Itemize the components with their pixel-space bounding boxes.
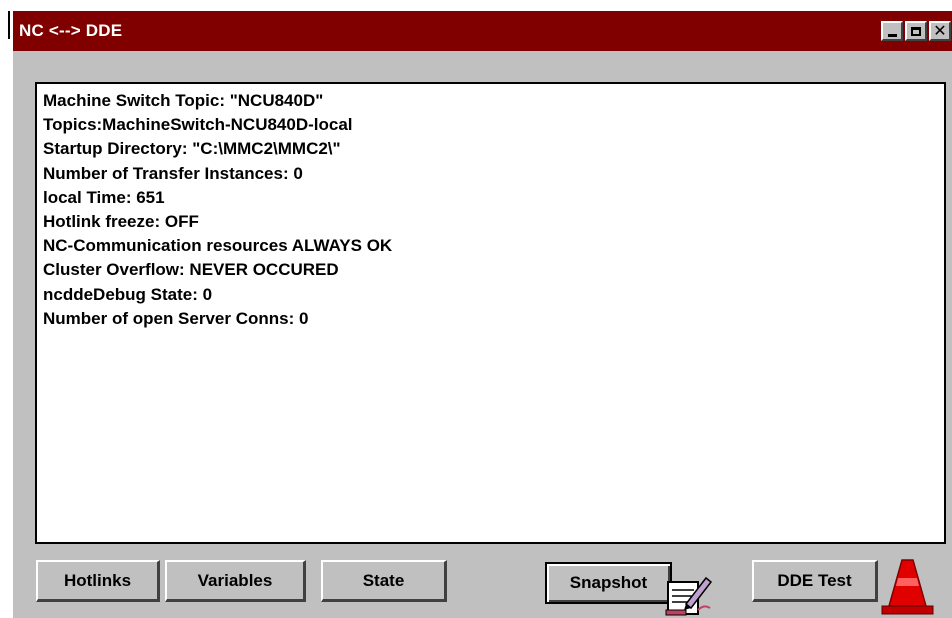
status-line-cluster-overflow: Cluster Overflow: NEVER OCCURED: [43, 260, 339, 280]
minimize-button[interactable]: [881, 21, 903, 41]
status-line-startup-directory: Startup Directory: "C:\MMC2\MMC2\": [43, 139, 341, 159]
hotlinks-button[interactable]: Hotlinks: [36, 560, 160, 602]
snapshot-button[interactable]: Snapshot: [545, 562, 672, 604]
minimize-icon: [887, 33, 897, 37]
status-line-local-time: local Time: 651: [43, 187, 165, 207]
traffic-cone-icon: [881, 559, 934, 615]
state-button[interactable]: State: [321, 560, 447, 602]
app-window: NC <--> DDE ✕ Machine Switch Topic: "NCU…: [13, 11, 952, 618]
maximize-button[interactable]: [905, 21, 927, 41]
status-line-debug-state: ncddeDebug State: 0: [43, 284, 213, 304]
maximize-icon: [911, 26, 921, 36]
status-line-nc-communication: NC-Communication resources ALWAYS OK: [43, 236, 393, 256]
status-text-area[interactable]: Machine Switch Topic: "NCU840D" Topics:M…: [35, 82, 946, 544]
status-line-machine-switch-topic: Machine Switch Topic: "NCU840D": [43, 91, 324, 110]
status-line-server-conns: Number of open Server Conns: 0: [43, 308, 309, 328]
status-line-transfer-instances: Number of Transfer Instances: 0: [43, 163, 303, 183]
close-button[interactable]: ✕: [929, 21, 951, 41]
window-edge: [8, 11, 10, 39]
dde-test-button[interactable]: DDE Test: [752, 560, 878, 602]
title-bar[interactable]: NC <--> DDE ✕: [13, 11, 952, 51]
window-title: NC <--> DDE: [19, 21, 123, 40]
status-line-topics: Topics:MachineSwitch-NCU840D-local: [43, 115, 353, 135]
status-line-hotlink-freeze: Hotlink freeze: OFF: [43, 212, 199, 232]
close-icon: ✕: [933, 21, 947, 40]
variables-button[interactable]: Variables: [165, 560, 306, 602]
window-controls: ✕: [881, 21, 951, 41]
notepad-pen-icon: [665, 576, 713, 616]
